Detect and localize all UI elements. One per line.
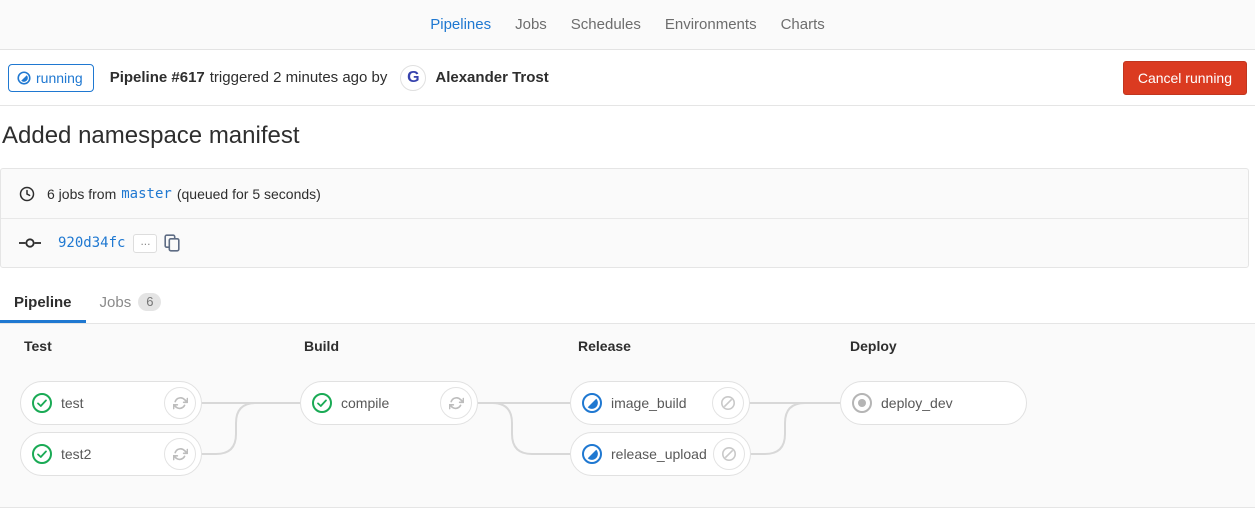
job-card-test[interactable]: test (20, 381, 202, 425)
retry-job-button[interactable] (440, 387, 472, 419)
job-card-image-build[interactable]: image_build (570, 381, 750, 425)
job-name: test (61, 395, 84, 411)
stage-title-build: Build (304, 338, 339, 354)
job-card-compile[interactable]: compile (300, 381, 478, 425)
pipeline-detail-tabs: Pipeline Jobs 6 (0, 283, 1255, 324)
retry-job-button[interactable] (164, 387, 196, 419)
job-card-deploy-dev[interactable]: deploy_dev (840, 381, 1027, 425)
tab-pipeline[interactable]: Pipeline (0, 283, 86, 323)
cancel-running-button[interactable]: Cancel running (1122, 60, 1247, 95)
user-name-link[interactable]: Alexander Trost (435, 69, 548, 86)
job-name: test2 (61, 446, 92, 462)
job-name: deploy_dev (881, 395, 953, 411)
cancel-job-button[interactable] (713, 438, 745, 470)
avatar[interactable]: G (400, 64, 427, 91)
status-badge: running (8, 63, 94, 92)
check-circle-icon (31, 443, 53, 465)
stage-title-deploy: Deploy (850, 338, 897, 354)
pipeline-header: running Pipeline #617 triggered 2 minute… (0, 50, 1255, 106)
jobs-count-text: 6 jobs from (47, 185, 117, 202)
job-name: compile (341, 395, 390, 411)
copy-to-clipboard-icon[interactable] (164, 234, 181, 252)
nav-item-schedules[interactable]: Schedules (559, 0, 653, 49)
job-name: release_upload (611, 446, 707, 462)
branch-link[interactable]: master (121, 186, 172, 202)
commit-sha-link[interactable]: 920d34fc (58, 235, 125, 251)
nav-item-environments[interactable]: Environments (653, 0, 769, 49)
job-card-test2[interactable]: test2 (20, 432, 202, 476)
dot-circle-icon (851, 392, 873, 414)
job-card-release-upload[interactable]: release_upload (570, 432, 751, 476)
retry-job-button[interactable] (164, 438, 196, 470)
cancel-job-button[interactable] (712, 387, 744, 419)
page-title: Added namespace manifest (2, 122, 300, 149)
running-spinner-icon (581, 392, 603, 414)
jobs-count-badge: 6 (138, 293, 162, 311)
pipeline-info-box: 6 jobs from master (queued for 5 seconds… (0, 168, 1249, 268)
pipelines-subnav: Pipelines Jobs Schedules Environments Ch… (0, 0, 1255, 50)
jobs-summary-row: 6 jobs from master (queued for 5 seconds… (1, 169, 1248, 219)
commit-row: 920d34fc ... (1, 219, 1248, 267)
job-name: image_build (611, 395, 687, 411)
stage-title-release: Release (578, 338, 631, 354)
running-spinner-icon (581, 443, 603, 465)
nav-item-jobs[interactable]: Jobs (503, 0, 559, 49)
expand-commit-message-button[interactable]: ... (133, 233, 158, 253)
running-spinner-icon (17, 70, 31, 85)
tab-jobs[interactable]: Jobs 6 (86, 283, 176, 323)
check-circle-icon (31, 392, 53, 414)
queued-duration-text: (queued for 5 seconds) (176, 185, 321, 202)
stage-title-test: Test (24, 338, 52, 354)
tab-pipeline-label: Pipeline (14, 293, 72, 311)
clock-icon (19, 186, 35, 202)
status-badge-label: running (36, 69, 83, 86)
commit-icon (19, 236, 41, 250)
pipeline-graph: Test Build Release Deploy test test2 com… (0, 324, 1255, 508)
pipeline-id: Pipeline #617 (109, 69, 205, 86)
triggered-text: triggered 2 minutes ago by (209, 69, 388, 86)
tab-jobs-label: Jobs (99, 293, 132, 311)
check-circle-icon (311, 392, 333, 414)
nav-item-charts[interactable]: Charts (769, 0, 837, 49)
nav-item-pipelines[interactable]: Pipelines (418, 0, 503, 49)
